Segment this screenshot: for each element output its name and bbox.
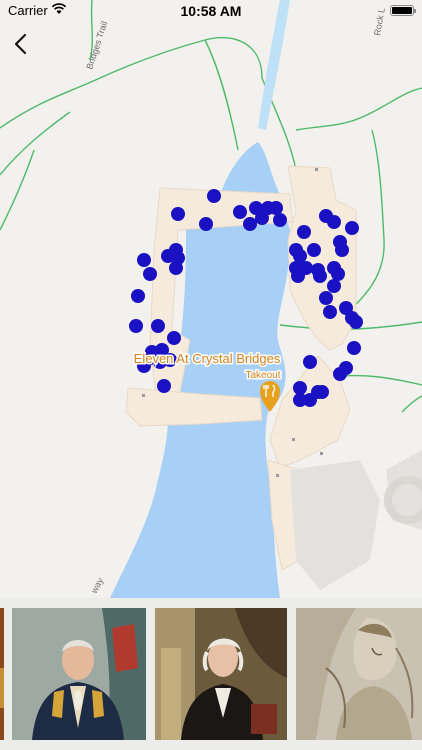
- artwork-marker[interactable]: [207, 189, 221, 203]
- artwork-marker[interactable]: [347, 341, 361, 355]
- artwork-marker[interactable]: [157, 379, 171, 393]
- artwork-marker[interactable]: [303, 355, 317, 369]
- artwork-marker[interactable]: [137, 253, 151, 267]
- artwork-marker[interactable]: [319, 291, 333, 305]
- gallery-item-washington-standing[interactable]: [155, 608, 287, 740]
- artwork-marker[interactable]: [345, 221, 359, 235]
- clock-label: 10:58 AM: [180, 3, 242, 19]
- gallery-item-washington-military[interactable]: [12, 608, 146, 740]
- artwork-marker[interactable]: [303, 393, 317, 407]
- artwork-marker[interactable]: [143, 267, 157, 281]
- artwork-gallery[interactable]: [0, 598, 422, 750]
- battery-icon: [390, 5, 416, 16]
- artwork-marker[interactable]: [349, 315, 363, 329]
- artwork-marker[interactable]: [273, 213, 287, 227]
- artwork-marker[interactable]: [151, 319, 165, 333]
- artwork-marker[interactable]: [327, 215, 341, 229]
- artwork-marker[interactable]: [131, 289, 145, 303]
- artwork-marker[interactable]: [199, 217, 213, 231]
- artwork-marker[interactable]: [233, 205, 247, 219]
- chevron-left-icon: [14, 33, 27, 55]
- place-subtitle-label: Takeout: [245, 370, 280, 381]
- artwork-marker[interactable]: [169, 261, 183, 275]
- status-bar: Carrier 10:58 AM: [0, 0, 422, 24]
- artwork-marker[interactable]: [327, 279, 341, 293]
- back-button[interactable]: [8, 30, 36, 58]
- artwork-marker[interactable]: [291, 269, 305, 283]
- map-view[interactable]: Eleven At Crystal Bridges Takeout Bridge…: [0, 0, 422, 598]
- artwork-marker[interactable]: [307, 243, 321, 257]
- artwork-marker[interactable]: [243, 217, 257, 231]
- artwork-marker[interactable]: [129, 319, 143, 333]
- artwork-marker[interactable]: [269, 201, 283, 215]
- artwork-marker[interactable]: [333, 367, 347, 381]
- artwork-marker[interactable]: [171, 207, 185, 221]
- artwork-marker[interactable]: [313, 269, 327, 283]
- artwork-marker[interactable]: [297, 225, 311, 239]
- gallery-item-partial[interactable]: [0, 608, 4, 740]
- gallery-item-figure-sketch[interactable]: [296, 608, 422, 740]
- artwork-marker[interactable]: [331, 267, 345, 281]
- artwork-marker[interactable]: [293, 249, 307, 263]
- artwork-marker[interactable]: [335, 243, 349, 257]
- place-name-label: Eleven At Crystal Bridges: [134, 351, 281, 366]
- artwork-marker[interactable]: [167, 331, 181, 345]
- artwork-marker[interactable]: [315, 385, 329, 399]
- artwork-marker[interactable]: [323, 305, 337, 319]
- artwork-marker[interactable]: [293, 381, 307, 395]
